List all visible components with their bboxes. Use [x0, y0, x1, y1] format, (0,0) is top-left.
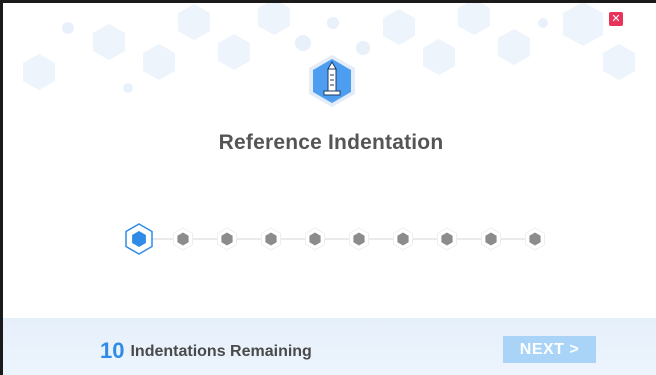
remaining-count: 10	[100, 338, 125, 363]
step-marker	[217, 227, 237, 251]
step-marker	[481, 227, 501, 251]
step-marker	[261, 227, 281, 251]
remaining-counter: 10 Indentations Remaining	[100, 338, 312, 364]
dialog-footer: 10 Indentations Remaining NEXT >	[3, 318, 656, 375]
step-progress-indicator	[125, 223, 545, 255]
step-marker	[393, 227, 413, 251]
indentation-dialog: ✕ Reference Indentation 10 Indentations R…	[0, 0, 656, 375]
step-marker	[305, 227, 325, 251]
close-button[interactable]: ✕	[609, 12, 623, 26]
indenter-logo-icon	[309, 55, 355, 107]
step-marker	[437, 227, 457, 251]
dialog-title: Reference Indentation	[218, 131, 444, 154]
step-marker-active	[125, 223, 153, 255]
remaining-label: Indentations Remaining	[130, 343, 312, 360]
step-marker	[349, 227, 369, 251]
step-marker	[525, 227, 545, 251]
step-marker	[173, 227, 193, 251]
next-button[interactable]: NEXT >	[503, 336, 596, 363]
